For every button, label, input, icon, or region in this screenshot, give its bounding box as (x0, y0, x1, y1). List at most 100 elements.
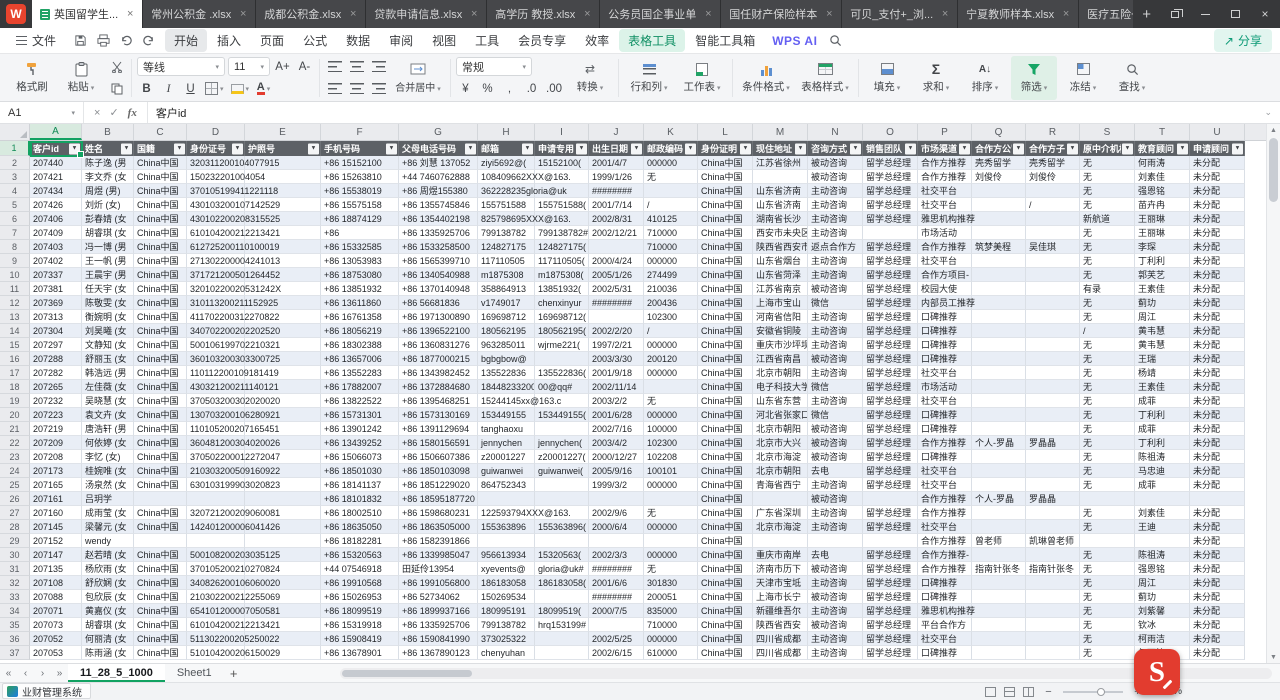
row-number[interactable]: 25 (0, 478, 30, 492)
cell[interactable]: 207337 (30, 268, 82, 282)
cell[interactable]: 未分配 (1190, 590, 1245, 604)
cell[interactable]: 无 (1080, 548, 1135, 562)
column-header[interactable]: G (399, 124, 478, 140)
cell[interactable]: 微信 (808, 380, 863, 394)
cell[interactable] (535, 492, 589, 506)
cell[interactable]: China中国 (698, 464, 753, 478)
cell[interactable] (535, 534, 589, 548)
cell[interactable]: China中国 (698, 310, 753, 324)
cell[interactable]: China中国 (134, 366, 187, 380)
cell[interactable]: 社交平台 (918, 184, 972, 198)
cell[interactable]: China中国 (698, 156, 753, 170)
cell[interactable]: China中国 (134, 254, 187, 268)
row-number[interactable]: 14 (0, 324, 30, 338)
cell[interactable]: China中国 (698, 408, 753, 422)
cell[interactable] (972, 618, 1026, 632)
cell[interactable]: +86 13439252 (321, 436, 399, 450)
column-header[interactable]: R (1026, 124, 1080, 140)
cell[interactable] (134, 492, 187, 506)
column-header[interactable]: C (134, 124, 187, 140)
cell[interactable] (972, 268, 1026, 282)
cell[interactable]: 钦冰 (1135, 618, 1190, 632)
cell[interactable]: China中国 (134, 450, 187, 464)
filter-button-icon[interactable]: ▼ (1232, 143, 1243, 154)
cell[interactable]: 271302200004241013 (187, 254, 245, 268)
cell[interactable] (245, 534, 321, 548)
file-tab[interactable]: 高学历 教授.xlsx× (487, 0, 600, 28)
cell[interactable]: 彭春婧 (女 (82, 212, 134, 226)
column-header[interactable]: E (245, 124, 321, 140)
cell[interactable] (478, 492, 535, 506)
cell[interactable]: +86 18595187720 (399, 492, 478, 506)
row-number[interactable]: 20 (0, 408, 30, 422)
cell[interactable]: 合作方推荐- (918, 548, 972, 562)
cell[interactable]: +86 1335925706 (399, 618, 478, 632)
cell[interactable]: 未分配 (1190, 380, 1245, 394)
cell[interactable]: 130703200106280921 (187, 408, 245, 422)
cell[interactable]: 207219 (30, 422, 82, 436)
cell[interactable]: 未分配 (1190, 464, 1245, 478)
cell[interactable]: 胡睿琪 (女 (82, 226, 134, 240)
cell[interactable]: 000000 (644, 156, 698, 170)
cell[interactable]: 黄韦慧 (1135, 324, 1190, 338)
cell[interactable]: +86 15320563 (321, 548, 399, 562)
cell[interactable]: 郭芙艺 (1135, 268, 1190, 282)
cell[interactable]: 个人-罗晶 (972, 436, 1026, 450)
italic-button[interactable]: I (159, 79, 178, 98)
tab-close-icon[interactable]: × (581, 8, 593, 20)
cell[interactable]: China中国 (134, 184, 187, 198)
cell[interactable]: 校园大使 (918, 282, 972, 296)
cell[interactable]: 电子科技大学 (753, 380, 808, 394)
cell[interactable]: 口碑推荐 (918, 450, 972, 464)
cell[interactable]: 710000 (644, 226, 698, 240)
cell[interactable]: 合作方推荐 (918, 240, 972, 254)
cell[interactable]: 320721200209060081 (187, 506, 245, 520)
cell[interactable]: ######## (589, 562, 644, 576)
cell[interactable]: 社交平台 (918, 394, 972, 408)
cell[interactable]: 135522836( (535, 366, 589, 380)
cell[interactable]: 王迪 (1135, 520, 1190, 534)
header-cell[interactable]: 合作方子▼ (1026, 141, 1080, 156)
cell[interactable]: 江苏省南京 (753, 282, 808, 296)
cell[interactable]: 无 (1080, 380, 1135, 394)
cell[interactable] (589, 240, 644, 254)
cell[interactable] (972, 520, 1026, 534)
cell[interactable] (863, 226, 918, 240)
cell[interactable] (1026, 618, 1080, 632)
cell[interactable]: wendy (82, 534, 134, 548)
cell[interactable]: 社交平台 (918, 478, 972, 492)
cell[interactable]: m1875308( (535, 268, 589, 282)
cell[interactable] (1026, 576, 1080, 590)
cell[interactable]: 留学总经理 (863, 212, 918, 226)
align-right-button[interactable] (369, 57, 388, 76)
cell[interactable]: 刘炘 (女) (82, 198, 134, 212)
cell[interactable]: 799138782 (478, 618, 535, 632)
cell[interactable]: 留学总经理 (863, 506, 918, 520)
cell[interactable]: 柯雨洁 (1135, 632, 1190, 646)
menu-item[interactable]: 公式 (294, 29, 336, 52)
cell[interactable]: +86 1372884680 (399, 380, 478, 394)
cell[interactable]: China中国 (134, 646, 187, 660)
cell[interactable]: 未分配 (1190, 478, 1245, 492)
header-cell[interactable]: 现住地址▼ (753, 141, 808, 156)
cell[interactable]: 指南针张冬 (1026, 562, 1080, 576)
header-cell[interactable]: 市场渠道▼ (918, 141, 972, 156)
add-sheet-button[interactable]: + (224, 666, 244, 681)
cell[interactable]: 四川省成都 (753, 646, 808, 660)
menu-item[interactable]: 工具 (466, 29, 508, 52)
cell[interactable] (1026, 394, 1080, 408)
cell[interactable]: 210303200509160922 (187, 464, 245, 478)
row-number[interactable]: 35 (0, 618, 30, 632)
cell[interactable]: 000000 (644, 366, 698, 380)
cell[interactable]: 韩浩远 (男 (82, 366, 134, 380)
menu-item[interactable]: 智能工具箱 (686, 29, 764, 52)
cell[interactable]: 无 (1080, 366, 1135, 380)
worksheet-button[interactable]: 工作表▾ (677, 56, 727, 100)
cell[interactable]: 无 (1080, 184, 1135, 198)
cell[interactable]: 留学总经理 (863, 338, 918, 352)
cell[interactable]: 207409 (30, 226, 82, 240)
column-header[interactable]: J (589, 124, 644, 140)
filter-button-icon[interactable]: ▼ (465, 143, 476, 154)
cell[interactable]: 无 (1080, 562, 1135, 576)
select-all-corner[interactable] (0, 124, 30, 140)
